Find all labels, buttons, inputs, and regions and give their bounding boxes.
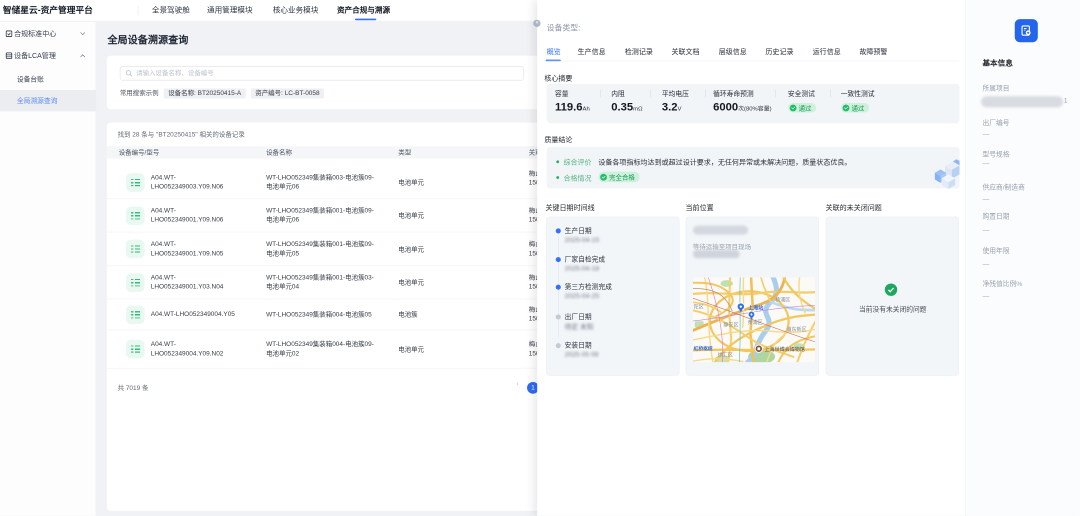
svg-text:杨浦区: 杨浦区 bbox=[775, 297, 790, 304]
svg-text:上海站: 上海站 bbox=[748, 304, 763, 311]
svg-text:虹桥枢纽: 虹桥枢纽 bbox=[693, 345, 712, 352]
svg-text:浦东新区: 浦东新区 bbox=[786, 326, 806, 333]
svg-text:徐汇区: 徐汇区 bbox=[718, 352, 733, 359]
svg-text:黄浦区: 黄浦区 bbox=[747, 319, 762, 326]
svg-text:静安区: 静安区 bbox=[723, 321, 738, 328]
svg-text:上海世博会博物馆: 上海世博会博物馆 bbox=[764, 346, 804, 353]
svg-text:陀区: 陀区 bbox=[693, 303, 703, 310]
